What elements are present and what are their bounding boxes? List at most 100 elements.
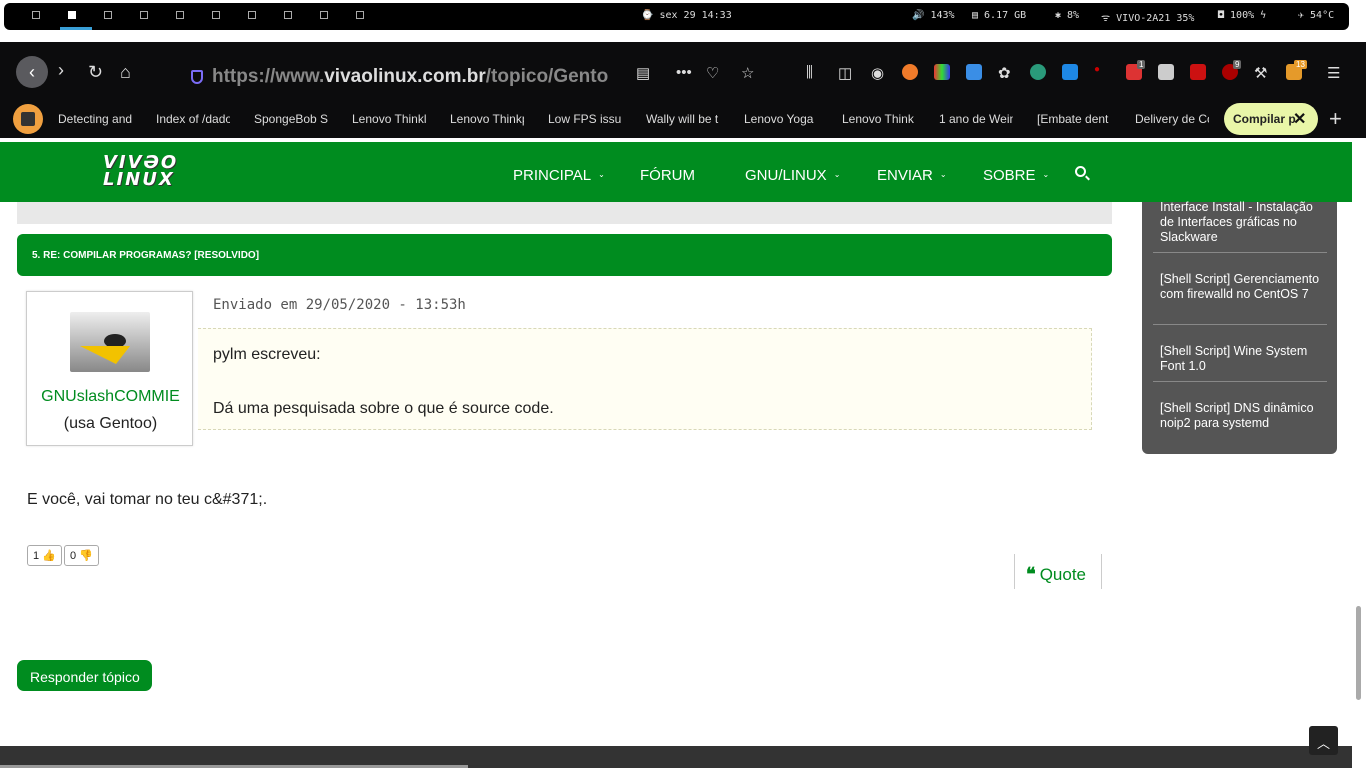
avatar[interactable]: [70, 312, 150, 372]
ublock-badge: 9: [1233, 60, 1242, 69]
sidebar-article-link[interactable]: [Shell Script] DNS dinâmico noip2 para s…: [1160, 401, 1327, 431]
sidebar-divider: [1153, 381, 1327, 382]
bookmark-site-logo-icon[interactable]: [13, 104, 43, 134]
menu-enviar[interactable]: ENVIAR ⌄: [877, 167, 947, 184]
temperature-status: ✈ 54°C: [1298, 10, 1335, 21]
site-logo[interactable]: VIVƏO LINUX: [103, 154, 178, 190]
back-to-top-button[interactable]: ︿: [1309, 726, 1338, 755]
thumbs-up-icon: 👍: [42, 550, 56, 562]
cpu-status: ✱ 8%: [1055, 10, 1080, 21]
bookmark-item[interactable]: Lenovo Think: [842, 112, 916, 126]
quote-icon: ❝: [1026, 564, 1036, 585]
reply-topic-button[interactable]: Responder tópico: [17, 660, 152, 691]
active-workspace-indicator: [60, 27, 92, 30]
workspace-7[interactable]: [248, 11, 256, 19]
url-path: /topico/Gento: [485, 66, 609, 87]
page-scrollbar[interactable]: [1356, 606, 1361, 700]
chevron-down-icon: ⌄: [939, 170, 947, 179]
search-icon[interactable]: [1075, 166, 1086, 177]
thumbs-down-icon: 👎: [79, 550, 93, 562]
sidebar-articles: Interface Install - Instalação de Interf…: [1142, 200, 1337, 454]
bookmark-item[interactable]: Detecting and: [58, 112, 133, 126]
menu-forum-label: FÓRUM: [640, 167, 695, 184]
bookmark-item[interactable]: SpongeBob Sl: [254, 112, 328, 126]
menu-hamburger-icon[interactable]: ☰: [1327, 64, 1340, 82]
back-button[interactable]: ‹: [16, 56, 48, 88]
quote-text: Dá uma pesquisada sobre o que é source c…: [213, 400, 554, 417]
bookmark-star-icon[interactable]: ☆: [741, 64, 754, 82]
bookmark-item[interactable]: 1 ano de Wein: [939, 112, 1013, 126]
sidebar-divider: [1153, 324, 1327, 325]
bookmark-item[interactable]: Lenovo Thinkp: [450, 112, 524, 126]
bookmark-item[interactable]: Lenovo Yoga: [744, 112, 818, 126]
system-status-bar: ⌚ sex 29 14:33 🔊 143% ▤ 6.17 GB ✱ 8% ᯤ V…: [0, 0, 1366, 40]
account-icon[interactable]: ◉: [871, 64, 884, 82]
logo-line-2: LINUX: [103, 169, 175, 190]
home-button[interactable]: ⌂: [120, 62, 131, 83]
bookmark-item[interactable]: Low FPS issu: [548, 112, 622, 126]
quote-label: Quote: [1039, 565, 1086, 584]
menu-principal-label: PRINCIPAL: [513, 167, 592, 184]
extension-s-icon[interactable]: [966, 64, 982, 80]
post-header: 5. RE: COMPILAR PROGRAMAS? [RESOLVIDO]: [17, 234, 1112, 276]
menu-sobre[interactable]: SOBRE ⌄: [983, 167, 1049, 184]
browser-toolbar: ‹ › ↻ ⌂ https://www.vivaolinux.com.br/to…: [0, 40, 1366, 103]
chevron-down-icon: ⌄: [833, 170, 841, 179]
sidebar-article-link[interactable]: [Shell Script] Gerenciamento com firewal…: [1160, 272, 1327, 302]
close-icon[interactable]: ✕: [1293, 109, 1306, 129]
extension-colorful-icon[interactable]: [934, 64, 950, 80]
workspace-9[interactable]: [320, 11, 328, 19]
menu-enviar-label: ENVIAR: [877, 167, 933, 184]
chevron-down-icon: ⌄: [1042, 170, 1050, 179]
extension-cup-badge: 13: [1294, 60, 1307, 69]
workspace-3[interactable]: [104, 11, 112, 19]
workspace-2[interactable]: [68, 11, 76, 19]
extension-badge-1: 1: [1137, 60, 1146, 69]
workspace-4[interactable]: [140, 11, 148, 19]
sidebar-article-link[interactable]: [Shell Script] Wine System Font 1.0: [1160, 344, 1327, 374]
username-link[interactable]: GNUslashCOMMIE: [27, 388, 194, 406]
reload-button[interactable]: ↻: [88, 62, 103, 83]
upvote-button[interactable]: 1 👍: [27, 545, 62, 566]
workspace-5[interactable]: [176, 11, 184, 19]
new-tab-plus-icon[interactable]: +: [1329, 106, 1342, 132]
post-body: E você, vai tomar no teu c&#371;.: [27, 491, 268, 508]
extension-orange-icon[interactable]: [902, 64, 918, 80]
bookmark-item[interactable]: Index of /dado: [156, 112, 230, 126]
extension-red-dot-icon[interactable]: ●: [1094, 64, 1100, 75]
workspace-10[interactable]: [356, 11, 364, 19]
workspace-1[interactable]: [32, 11, 40, 19]
bookmarks-bar: Detecting and Index of /dado SpongeBob S…: [0, 101, 1366, 138]
extension-blue-icon[interactable]: [1062, 64, 1078, 80]
quote-button[interactable]: ❝ Quote: [1014, 554, 1102, 589]
forward-button[interactable]: ›: [58, 60, 64, 81]
sidebar-icon[interactable]: ◫: [838, 64, 852, 82]
url-bar[interactable]: https://www.vivaolinux.com.br/topico/Gen…: [212, 66, 630, 88]
pocket-icon[interactable]: ♡: [706, 64, 719, 82]
workspace-8[interactable]: [284, 11, 292, 19]
library-icon[interactable]: ⫼: [806, 64, 813, 81]
menu-principal[interactable]: PRINCIPAL ⌄: [513, 167, 605, 184]
wifi-status: ᯤ VIVO-2A21 35%: [1101, 13, 1195, 24]
reader-view-icon[interactable]: ▤: [636, 64, 650, 82]
downvote-button[interactable]: 0 👎: [64, 545, 99, 566]
menu-gnulinux[interactable]: GNU/LINUX ⌄: [745, 167, 840, 184]
quote-author: pylm escreveu:: [213, 346, 321, 363]
extension-puzzle-icon[interactable]: ✿: [998, 64, 1011, 82]
volume-status: 🔊 143%: [912, 10, 955, 21]
user-card: GNUslashCOMMIE (usa Gentoo): [26, 291, 193, 446]
bookmark-item[interactable]: Lenovo Thinkl: [352, 112, 426, 126]
sidebar-article-link[interactable]: Interface Install - Instalação de Interf…: [1160, 200, 1327, 245]
tracking-protection-icon[interactable]: [191, 70, 203, 84]
bookmark-item[interactable]: Delivery de Co: [1135, 112, 1209, 126]
workspace-6[interactable]: [212, 11, 220, 19]
extension-pen-icon[interactable]: [1190, 64, 1206, 80]
page-actions-icon[interactable]: •••: [676, 64, 692, 81]
bookmark-item[interactable]: Wally will be t: [646, 112, 720, 126]
chevron-up-icon: ︿: [1316, 736, 1330, 751]
bookmark-item[interactable]: [Embate dent: [1037, 112, 1111, 126]
menu-forum[interactable]: FÓRUM: [640, 167, 695, 184]
extension-wand-icon[interactable]: ⚒: [1254, 64, 1267, 82]
extension-teal-icon[interactable]: [1030, 64, 1046, 80]
extension-k-icon[interactable]: [1158, 64, 1174, 80]
